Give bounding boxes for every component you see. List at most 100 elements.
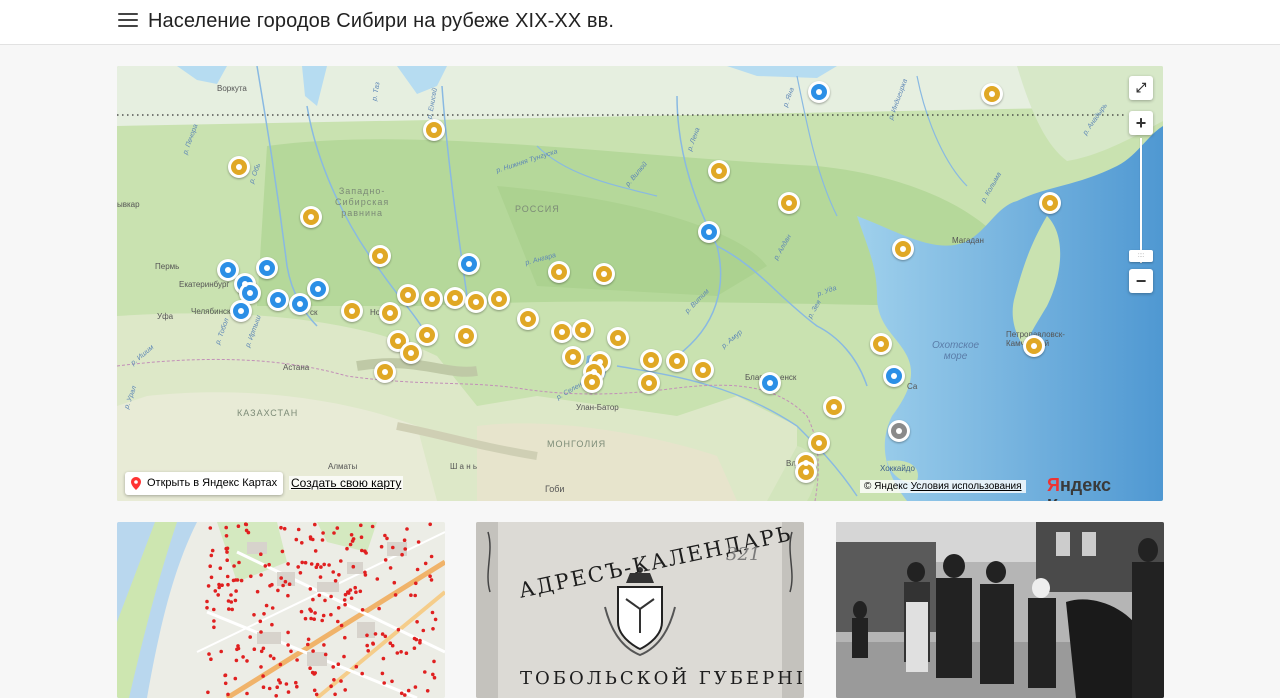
city-marker-gold[interactable]	[444, 287, 466, 309]
plan-dot	[218, 566, 223, 570]
plan-dot	[405, 527, 409, 531]
city-marker-gold[interactable]	[455, 325, 477, 347]
card-city-plan[interactable]	[117, 522, 445, 698]
city-marker-gold[interactable]	[870, 333, 892, 355]
plan-dot	[431, 627, 435, 631]
hamburger-icon[interactable]	[118, 13, 138, 29]
city-marker-gold[interactable]	[400, 342, 422, 364]
zoom-in-button[interactable]: +	[1129, 111, 1153, 135]
plan-dot	[349, 533, 354, 537]
terms-of-use-link[interactable]: Условия использования	[911, 481, 1022, 492]
city-marker-blue[interactable]	[883, 365, 905, 387]
city-marker-gold[interactable]	[666, 350, 688, 372]
city-marker-gold[interactable]	[423, 119, 445, 141]
plan-dot	[332, 531, 336, 535]
city-marker-gold[interactable]	[1023, 335, 1045, 357]
city-marker-blue[interactable]	[698, 221, 720, 243]
plan-dot	[336, 619, 340, 624]
plan-dot	[402, 538, 407, 542]
plan-dot	[287, 582, 292, 586]
city-marker-gold[interactable]	[416, 324, 438, 346]
city-marker-gold[interactable]	[593, 263, 615, 285]
city-marker-gold[interactable]	[551, 321, 573, 343]
city-marker-gold[interactable]	[341, 300, 363, 322]
city-marker-gold[interactable]	[374, 361, 396, 383]
plan-dot	[371, 641, 375, 646]
map-pin-icon	[131, 477, 141, 490]
city-marker-gold[interactable]	[517, 308, 539, 330]
logo-letter: Я	[1047, 475, 1060, 495]
plan-dot	[329, 594, 333, 599]
plan-dot	[208, 564, 212, 568]
zoom-slider-track[interactable]	[1140, 138, 1142, 263]
city-marker-blue[interactable]	[230, 300, 252, 322]
card-address-calendar[interactable]: АДРЕСЪ-КАЛЕНДАРЬ ТОБОЛЬСКОЙ ГУБЕРНІИ 321	[476, 522, 804, 698]
city-marker-gold[interactable]	[572, 319, 594, 341]
city-marker-blue[interactable]	[267, 289, 289, 311]
plan-dot	[425, 689, 430, 693]
plan-dot	[406, 688, 411, 693]
plan-dot	[403, 693, 407, 697]
city-marker-blue[interactable]	[307, 278, 329, 300]
city-marker-gold[interactable]	[369, 245, 391, 267]
city-marker-blue[interactable]	[808, 81, 830, 103]
city-marker-blue[interactable]	[256, 257, 278, 279]
city-marker-blue[interactable]	[289, 293, 311, 315]
plan-dot	[207, 652, 211, 656]
plan-dot	[235, 578, 240, 582]
city-marker-gold[interactable]	[823, 396, 845, 418]
city-marker-gold[interactable]	[607, 327, 629, 349]
city-marker-gold[interactable]	[1039, 192, 1061, 214]
expand-icon[interactable]: ⤢	[1129, 76, 1153, 100]
city-marker-gold[interactable]	[981, 83, 1003, 105]
plan-dot	[306, 637, 311, 642]
zoom-out-button[interactable]: −	[1129, 269, 1153, 293]
plan-dot	[317, 593, 322, 598]
plan-dot	[233, 598, 238, 603]
city-marker-gold[interactable]	[379, 302, 401, 324]
yandex-maps-logo[interactable]: Яндекс Карты	[1047, 475, 1163, 501]
card-historical-photo[interactable]	[836, 522, 1164, 698]
city-marker-gold[interactable]	[708, 160, 730, 182]
plan-dot	[313, 611, 317, 615]
city-marker-gold[interactable]	[638, 372, 660, 394]
plan-dot	[360, 671, 364, 676]
plan-dot	[428, 522, 433, 527]
city-marker-gold[interactable]	[465, 291, 487, 313]
plan-dot	[412, 646, 417, 650]
plan-dot	[206, 690, 210, 695]
plan-dot	[296, 527, 301, 532]
plan-dot	[351, 564, 356, 569]
city-marker-gold[interactable]	[397, 284, 419, 306]
city-marker-gold[interactable]	[692, 359, 714, 381]
plan-dot	[345, 546, 349, 551]
open-in-yandex-maps-button[interactable]: Открыть в Яндекс Картах	[125, 472, 284, 495]
city-marker-gray[interactable]	[888, 420, 910, 442]
plan-dot	[255, 589, 260, 594]
map-label-mongolia: МОНГОЛИЯ	[547, 439, 607, 449]
city-marker-gold[interactable]	[562, 346, 584, 368]
city-marker-gold[interactable]	[488, 288, 510, 310]
plan-dot	[279, 525, 283, 530]
city-marker-gold[interactable]	[228, 156, 250, 178]
plan-dot	[335, 526, 340, 530]
plan-dot	[239, 578, 244, 583]
plan-dot	[349, 596, 354, 600]
city-marker-gold[interactable]	[640, 349, 662, 371]
city-marker-gold[interactable]	[300, 206, 322, 228]
city-marker-gold[interactable]	[808, 432, 830, 454]
plan-dot	[383, 558, 388, 562]
city-marker-gold[interactable]	[548, 261, 570, 283]
plan-dot	[225, 550, 229, 554]
create-map-link[interactable]: Создать свою карту	[289, 476, 404, 490]
city-marker-gold[interactable]	[421, 288, 443, 310]
plan-dot	[206, 584, 211, 588]
zoom-slider-thumb[interactable]: ::::	[1129, 250, 1153, 262]
city-marker-blue[interactable]	[458, 253, 480, 275]
city-marker-gold[interactable]	[892, 238, 914, 260]
city-marker-blue[interactable]	[759, 372, 781, 394]
map-widget[interactable]: Воркута ывкар Пермь Екатеринбург Челябин…	[117, 66, 1163, 501]
city-marker-gold[interactable]	[778, 192, 800, 214]
plan-dot	[224, 525, 228, 530]
page-title: Население городов Сибири на рубеже XIX-X…	[148, 10, 615, 32]
